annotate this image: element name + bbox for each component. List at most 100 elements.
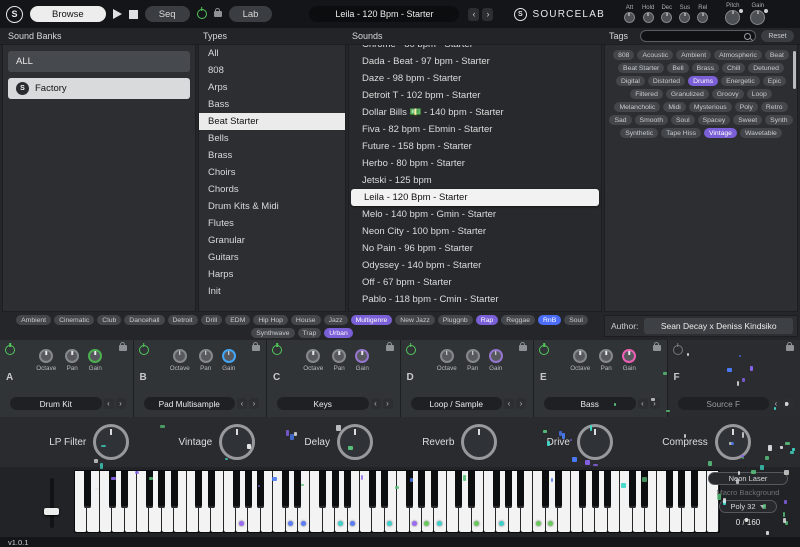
piano-black-key[interactable] (542, 471, 549, 508)
tag-melancholic[interactable]: Melancholic (614, 102, 660, 112)
type-item-brass[interactable]: Brass (199, 147, 345, 164)
sound-item-future-158-bpm-starter[interactable]: Future - 158 bpm - Starter (349, 138, 601, 155)
piano-black-key[interactable] (505, 471, 512, 508)
tag-drums[interactable]: Drums (688, 76, 718, 86)
type-item-chords[interactable]: Chords (199, 181, 345, 198)
slot-name[interactable]: Keys (277, 397, 369, 410)
tag-atmospheric[interactable]: Atmospheric (714, 50, 762, 60)
type-item-harps[interactable]: Harps (199, 266, 345, 283)
tag-loop[interactable]: Loop (747, 89, 772, 99)
piano-black-key[interactable] (604, 471, 611, 508)
prev-button[interactable]: ‹ (771, 398, 781, 409)
gain-knob[interactable] (489, 349, 503, 363)
genre-ambient[interactable]: Ambient (16, 315, 51, 325)
gain-knob[interactable] (622, 349, 636, 363)
piano-black-key[interactable] (406, 471, 413, 508)
octave-knob[interactable] (39, 349, 53, 363)
vintage-knob[interactable] (219, 424, 255, 460)
octave-knob[interactable] (440, 349, 454, 363)
piano-black-key[interactable] (592, 471, 599, 508)
prev-button[interactable]: ‹ (237, 398, 247, 409)
next-button[interactable]: › (783, 398, 793, 409)
preset-display[interactable]: Leila - 120 Bpm - Starter (309, 6, 459, 22)
tag-groovy[interactable]: Groovy (712, 89, 744, 99)
lab-button[interactable]: Lab (229, 6, 273, 22)
tag-spacey[interactable]: Spacey (698, 115, 731, 125)
tag-midi[interactable]: Midi (663, 102, 685, 112)
type-item-init[interactable]: Init (199, 283, 345, 300)
type-item-guitars[interactable]: Guitars (199, 249, 345, 266)
sound-item-leila-120-bpm-starter[interactable]: Leila - 120 Bpm - Starter (351, 189, 599, 206)
type-item-drum-kits-midi[interactable]: Drum Kits & Midi (199, 198, 345, 215)
piano-black-key[interactable] (319, 471, 326, 508)
next-button[interactable]: › (116, 398, 126, 409)
type-item-808[interactable]: 808 (199, 62, 345, 79)
tag-chill[interactable]: Chill (722, 63, 745, 73)
genre-jazz[interactable]: Jazz (324, 315, 348, 325)
volume-fader[interactable] (44, 508, 59, 515)
piano-black-key[interactable] (146, 471, 153, 508)
tag-sweet[interactable]: Sweet (733, 115, 762, 125)
type-item-bass[interactable]: Bass (199, 96, 345, 113)
piano-black-key[interactable] (171, 471, 178, 508)
piano-black-key[interactable] (517, 471, 524, 508)
tag-tape-hiss[interactable]: Tape Hiss (661, 128, 701, 138)
genre-urban[interactable]: Urban (324, 328, 353, 338)
sound-item-daze-98-bpm-starter[interactable]: Daze - 98 bpm - Starter (349, 70, 601, 87)
piano-black-key[interactable] (678, 471, 685, 508)
octave-knob[interactable] (173, 349, 187, 363)
next-button[interactable]: › (383, 398, 393, 409)
piano-black-key[interactable] (493, 471, 500, 508)
sound-item-jetski-125-bpm[interactable]: Jetski - 125 bpm (349, 172, 601, 189)
piano-black-key[interactable] (369, 471, 376, 508)
genre-drill[interactable]: Drill (201, 315, 223, 325)
type-item-flutes[interactable]: Flutes (199, 215, 345, 232)
piano-black-key[interactable] (332, 471, 339, 508)
sound-item-pablo-118-bpm-cmin-starter[interactable]: Pablo - 118 bpm - Cmin - Starter (349, 291, 601, 308)
tag-mysterious[interactable]: Mysterious (689, 102, 732, 112)
gain-knob[interactable] (88, 349, 102, 363)
tag-synth[interactable]: Synth (765, 115, 792, 125)
pan-knob[interactable] (65, 349, 79, 363)
type-item-choirs[interactable]: Choirs (199, 164, 345, 181)
sound-item-melo-140-bpm-gmin-starter[interactable]: Melo - 140 bpm - Gmin - Starter (349, 206, 601, 223)
preset-prev-button[interactable]: ‹ (468, 8, 479, 21)
type-item-granular[interactable]: Granular (199, 232, 345, 249)
piano-black-key[interactable] (121, 471, 128, 508)
genre-soul[interactable]: Soul (564, 315, 588, 325)
genre-dancehall[interactable]: Dancehall (124, 315, 164, 325)
genre-multigenre[interactable]: Multigenre (351, 315, 393, 325)
piano-black-key[interactable] (195, 471, 202, 508)
piano-black-key[interactable] (158, 471, 165, 508)
next-button[interactable]: › (650, 398, 660, 409)
piano-black-key[interactable] (629, 471, 636, 508)
sound-item-odyssey-140-bpm-starter[interactable]: Odyssey - 140 bpm - Starter (349, 257, 601, 274)
piano-black-key[interactable] (233, 471, 240, 508)
tag-epic[interactable]: Epic (763, 76, 786, 86)
piano-black-key[interactable] (282, 471, 289, 508)
piano-black-key[interactable] (294, 471, 301, 508)
genre-cinematic[interactable]: Cinematic (54, 315, 94, 325)
sound-item-detroit-t-102-bpm-starter[interactable]: Detroit T - 102 bpm - Starter (349, 87, 601, 104)
dec-knob[interactable] (661, 12, 672, 23)
genre-synthwave[interactable]: Synthwave (251, 328, 294, 338)
octave-knob[interactable] (573, 349, 587, 363)
tag-granulized[interactable]: Granulized (666, 89, 709, 99)
type-item-arps[interactable]: Arps (199, 79, 345, 96)
piano-black-key[interactable] (245, 471, 252, 508)
rel-knob[interactable] (697, 12, 708, 23)
lock-icon[interactable] (214, 11, 222, 17)
gain-knob[interactable] (222, 349, 236, 363)
sound-item-off-67-bpm-starter[interactable]: Off - 67 bpm - Starter (349, 274, 601, 291)
gain-knob[interactable] (750, 10, 765, 25)
tag-energetic[interactable]: Energetic (721, 76, 760, 86)
genre-trap[interactable]: Trap (298, 328, 322, 338)
search-input[interactable] (645, 31, 742, 42)
slot-name[interactable]: Bass (544, 397, 636, 410)
piano-black-key[interactable] (455, 471, 462, 508)
next-button[interactable]: › (249, 398, 259, 409)
slot-power-toggle[interactable] (673, 345, 683, 355)
tag-poly[interactable]: Poly (735, 102, 758, 112)
reset-button[interactable]: Reset (761, 30, 794, 42)
genre-reggae[interactable]: Reggae (501, 315, 535, 325)
